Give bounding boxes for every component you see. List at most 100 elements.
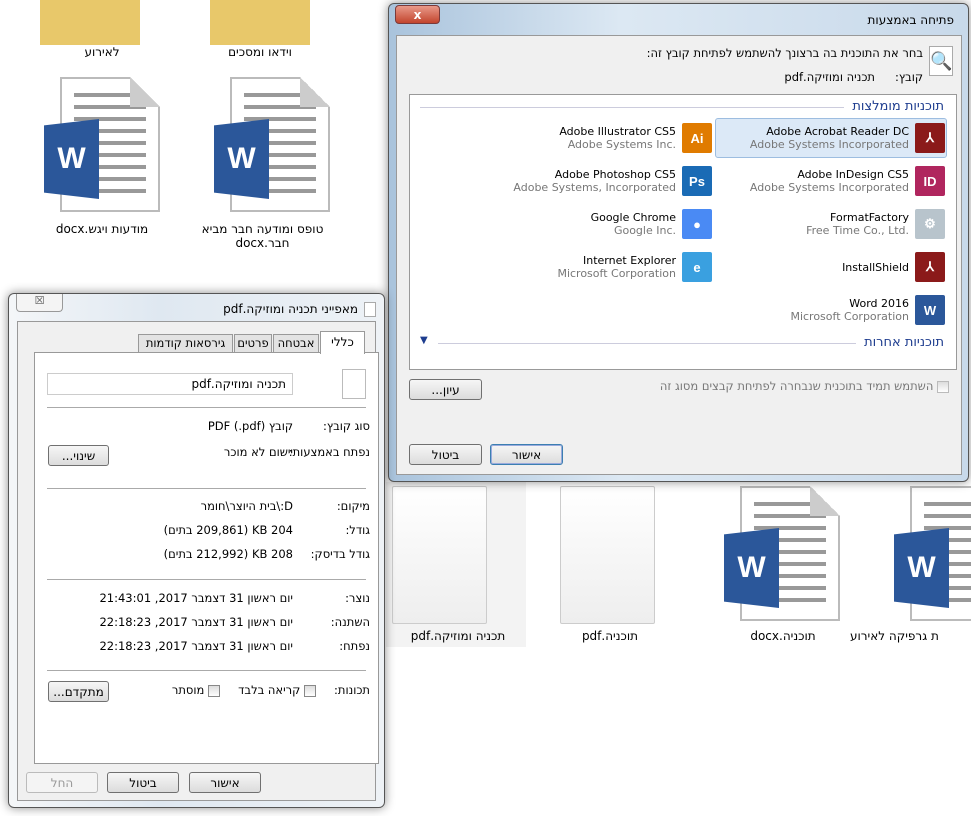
tab-security[interactable]: אבטחה <box>273 334 319 353</box>
checkbox[interactable] <box>937 380 949 393</box>
app-name: Adobe InDesign CS5 <box>797 168 909 181</box>
tab-label: כללי <box>331 335 354 349</box>
desktop-item-label[interactable]: לאירוע <box>27 45 177 59</box>
file-icon <box>364 302 376 317</box>
advanced-button[interactable]: מתקדם... <box>48 681 109 702</box>
tab-general[interactable]: כללי <box>320 331 365 354</box>
property-label: סוג קובץ: <box>322 419 370 433</box>
ie-icon: e <box>682 252 712 282</box>
desktop-item-label[interactable]: וידאו ומסכים <box>185 45 335 59</box>
app-item[interactable]: Ps Adobe Photoshop CS5 Adobe Systems, In… <box>482 163 712 199</box>
property-label: נפתח באמצעות: <box>288 445 370 459</box>
property-value: יום ראשון 31 דצמבר 2017, 22:18:23 <box>99 639 293 653</box>
dialog-title: מאפייני תכניה ומוזיקה.pdf <box>223 302 358 316</box>
property-value: 204 KB (209,861 בתים) <box>163 523 293 537</box>
hidden-label: מוסתר <box>171 683 205 697</box>
illustrator-icon: Ai <box>682 123 712 153</box>
app-name: Internet Explorer <box>583 254 676 267</box>
cancel-button[interactable]: ביטול <box>107 772 179 793</box>
word-document-icon[interactable]: W <box>894 486 971 621</box>
word-document-icon[interactable]: W <box>44 77 160 212</box>
property-label: השתנה: <box>330 615 370 629</box>
tab-label: גירסאות קודמות <box>145 336 226 350</box>
formatfactory-icon: ⚙ <box>915 209 945 239</box>
app-item[interactable]: e Internet Explorer Microsoft Corporatio… <box>482 249 712 285</box>
browse-button[interactable]: עיון... <box>409 379 482 400</box>
dialog-body: כללי אבטחה פרטים גירסאות קודמות סוג קובץ… <box>17 321 379 801</box>
cancel-button[interactable]: ביטול <box>409 444 482 465</box>
tab-label: אבטחה <box>277 336 315 350</box>
app-item[interactable]: W Word 2016 Microsoft Corporation <box>715 292 945 328</box>
divider <box>420 107 844 108</box>
tab-details[interactable]: פרטים <box>234 334 272 353</box>
app-item[interactable]: ⅄ Adobe Acrobat Reader DC Adobe Systems … <box>715 120 945 156</box>
pdf-file-icon[interactable] <box>392 486 487 624</box>
app-item[interactable]: ● Google Chrome Google Inc. <box>482 206 712 242</box>
app-name: Word 2016 <box>849 297 909 310</box>
readonly-checkbox[interactable]: קריאה בלבד <box>238 683 316 697</box>
always-use-checkbox[interactable]: השתמש תמיד בתוכנית שנבחרה לפתיחת קבצים מ… <box>660 379 949 393</box>
app-item[interactable]: ⚙ FormatFactory Free Time Co., Ltd. <box>715 206 945 242</box>
desktop-item-label[interactable]: טופס ומודעה חבר מביא חבר.docx <box>200 222 325 250</box>
file-name: תכניה ומוזיקה.pdf <box>784 70 875 84</box>
hidden-checkbox[interactable]: מוסתר <box>172 683 220 697</box>
folder-icon[interactable] <box>40 0 140 45</box>
desktop-item-label[interactable]: ת גרפיקה לאירוע <box>850 629 971 643</box>
word-icon: W <box>915 295 945 325</box>
file-name-input[interactable] <box>47 373 293 395</box>
app-publisher: Adobe Systems Incorporated <box>749 181 909 194</box>
file-icon <box>342 369 366 399</box>
recommended-header: תוכניות מומלצות <box>852 99 944 114</box>
pdf-file-icon[interactable] <box>560 486 655 624</box>
app-publisher: Google Inc. <box>613 224 676 237</box>
close-button[interactable]: x <box>395 5 440 24</box>
desktop-item-label[interactable]: תוכניה.pdf <box>535 629 685 643</box>
readonly-label: קריאה בלבד <box>238 683 301 697</box>
app-publisher: Microsoft Corporation <box>557 267 676 280</box>
apply-button[interactable]: החל <box>26 772 98 793</box>
app-item[interactable]: ID Adobe InDesign CS5 Adobe Systems Inco… <box>715 163 945 199</box>
folder-icon[interactable] <box>210 0 310 45</box>
close-button[interactable]: ☒ <box>16 294 63 312</box>
ok-button[interactable]: אישור <box>490 444 563 465</box>
property-label: נפתח: <box>339 639 370 653</box>
checkbox[interactable] <box>304 684 316 697</box>
tab-label: פרטים <box>237 336 269 350</box>
app-name: Adobe Illustrator CS5 <box>559 125 676 138</box>
app-name: Google Chrome <box>590 211 676 224</box>
dialog-title: פתיחה באמצעות <box>867 13 954 27</box>
always-use-label: השתמש תמיד בתוכנית שנבחרה לפתיחת קבצים מ… <box>659 379 934 393</box>
word-document-icon[interactable]: W <box>214 77 330 212</box>
file-label: קובץ: <box>894 70 923 84</box>
divider <box>47 488 366 489</box>
program-list[interactable]: תוכניות מומלצות ⅄ Adobe Acrobat Reader D… <box>409 94 957 370</box>
tab-previous-versions[interactable]: גירסאות קודמות <box>138 334 233 353</box>
instruction-text: בחר את התוכנית בה ברצונך להשתמש לפתיחת ק… <box>646 46 923 60</box>
app-item[interactable]: ⅄ InstallShield <box>715 249 945 285</box>
divider <box>47 670 366 671</box>
desktop-item-label[interactable]: תוכניה.docx <box>708 629 858 643</box>
property-value: D:\בית היוצר\חומר <box>200 499 293 513</box>
property-label: גודל בדיסק: <box>310 547 370 561</box>
app-publisher: Adobe Systems, Incorporated <box>513 181 676 194</box>
change-button[interactable]: שינוי... <box>48 445 109 466</box>
desktop-item-label[interactable]: מודעות ויגש.docx <box>27 222 177 236</box>
app-publisher: Free Time Co., Ltd. <box>806 224 909 237</box>
close-icon: ☒ <box>34 294 45 307</box>
app-publisher: Adobe Systems Incorporated <box>749 138 909 151</box>
close-icon: x <box>413 7 422 22</box>
property-label: נוצר: <box>345 591 370 605</box>
divider <box>47 579 366 580</box>
chevron-down-icon[interactable]: ▼ <box>420 335 428 346</box>
checkbox[interactable] <box>208 684 220 697</box>
app-publisher: Adobe Systems Inc. <box>567 138 676 151</box>
attributes-label: תכונות: <box>334 683 370 697</box>
app-name: Adobe Photoshop CS5 <box>554 168 676 181</box>
desktop-item-label[interactable]: תכניה ומוזיקה.pdf <box>383 629 533 643</box>
ok-button[interactable]: אישור <box>189 772 261 793</box>
app-name: Adobe Acrobat Reader DC <box>766 125 909 138</box>
magnifier-file-icon: 🔍 <box>929 46 953 76</box>
app-item[interactable]: Ai Adobe Illustrator CS5 Adobe Systems I… <box>482 120 712 156</box>
word-document-icon[interactable]: W <box>724 486 840 621</box>
other-programs-header[interactable]: תוכניות אחרות <box>864 335 944 350</box>
